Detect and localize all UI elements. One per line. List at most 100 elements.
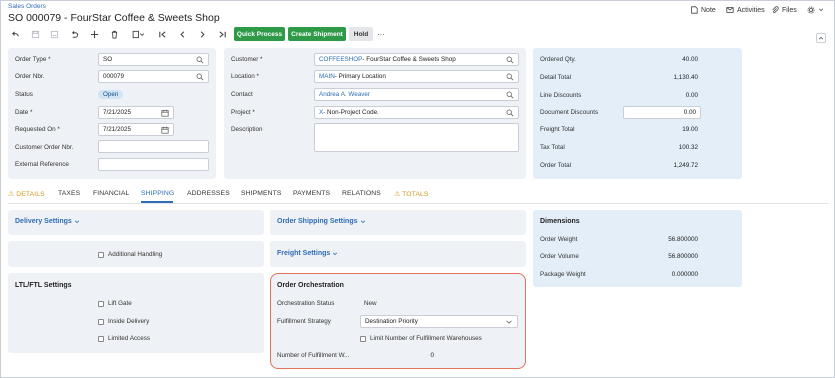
fulfillment-strategy-label: Fulfillment Strategy (277, 318, 331, 325)
order-shipping-settings-toggle[interactable]: Order Shipping Settings (277, 218, 366, 225)
customer-code-link[interactable]: COFFEESHOP (319, 56, 362, 63)
search-icon[interactable] (506, 73, 514, 81)
add-icon[interactable] (87, 28, 101, 40)
external-reference-field[interactable] (98, 158, 209, 171)
checkbox-box[interactable] (98, 251, 104, 258)
next-record-icon[interactable] (195, 28, 209, 40)
tab-details[interactable]: ⚠ DETAILS (8, 190, 45, 198)
customer-name: - FourStar Coffee & Sweets Shop (362, 56, 456, 63)
more-actions-button[interactable]: ··· (377, 30, 385, 39)
tab-totals[interactable]: ⚠ TOTALS (394, 190, 429, 198)
undo-icon[interactable] (67, 28, 81, 40)
orchestration-status-label: Orchestration Status (277, 300, 335, 307)
inside-delivery-checkbox[interactable]: Inside Delivery (98, 318, 149, 325)
checkbox-box[interactable] (98, 300, 104, 307)
limit-warehouses-label: Limit Number of Fulfillment Warehouses (370, 335, 482, 342)
order-type-field[interactable]: SO (98, 53, 209, 66)
chevron-down-icon (818, 8, 824, 12)
search-icon[interactable] (506, 91, 514, 99)
page-title: SO 000079 - FourStar Coffee & Sweets Sho… (8, 12, 220, 24)
back-icon[interactable] (8, 28, 22, 40)
paperclip-icon (772, 6, 779, 14)
checkbox-box[interactable] (98, 318, 104, 325)
limited-access-checkbox[interactable]: Limited Access (98, 335, 150, 342)
first-record-icon[interactable] (155, 28, 169, 40)
breadcrumb[interactable]: Sales Orders (8, 3, 46, 10)
calendar-icon[interactable] (161, 126, 169, 134)
save-close-icon[interactable] (47, 28, 61, 40)
create-shipment-button[interactable]: Create Shipment (288, 27, 346, 41)
contact-link[interactable]: Andrea A. Weaver (319, 91, 370, 98)
search-icon[interactable] (506, 56, 514, 64)
search-icon[interactable] (196, 56, 204, 64)
additional-handling-checkbox[interactable]: Additional Handling (98, 251, 162, 258)
save-icon[interactable] (28, 28, 42, 40)
tab-addresses[interactable]: ADDRESSES (187, 190, 230, 197)
order-volume-label: Order Volume (540, 253, 579, 260)
description-label: Description (231, 126, 263, 133)
lift-gate-checkbox[interactable]: Lift Gate (98, 300, 132, 307)
limit-warehouses-checkbox[interactable]: Limit Number of Fulfillment Warehouses (360, 335, 482, 342)
checkbox-box[interactable] (360, 335, 366, 342)
delivery-settings-label: Delivery Settings (15, 218, 72, 225)
chevron-down-icon (506, 320, 512, 324)
copy-paste-icon[interactable] (128, 28, 148, 40)
checkbox-box[interactable] (98, 335, 104, 342)
order-nbr-field[interactable]: 000079 (98, 70, 209, 83)
warning-icon: ⚠ (8, 191, 15, 198)
tab-totals-label: TOTALS (402, 191, 429, 198)
tab-relations[interactable]: RELATIONS (342, 190, 381, 197)
quick-process-button[interactable]: Quick Process (234, 27, 285, 41)
ltl-ftl-title: LTL/FTL Settings (15, 282, 72, 289)
last-record-icon[interactable] (215, 28, 229, 40)
search-icon[interactable] (196, 73, 204, 81)
tab-shipping[interactable]: SHIPPING (141, 190, 174, 197)
requested-on-value: 7/21/2025 (103, 126, 132, 133)
tab-payments[interactable]: PAYMENTS (293, 190, 330, 197)
calendar-icon[interactable] (161, 109, 169, 117)
chevron-down-icon (360, 220, 365, 223)
order-total-value: 1,249.72 (673, 162, 698, 169)
order-total-label: Order Total (540, 162, 572, 169)
collapse-header-button[interactable] (816, 33, 826, 43)
date-label: Date * (15, 109, 33, 116)
activities-button[interactable]: Activities (726, 6, 765, 14)
project-field[interactable]: X - Non-Project Code. (314, 106, 519, 119)
delivery-settings-toggle[interactable]: Delivery Settings (15, 218, 80, 225)
location-code-link[interactable]: MAIN (319, 73, 335, 80)
freight-settings-toggle[interactable]: Freight Settings (277, 250, 338, 257)
search-icon[interactable] (506, 109, 514, 117)
document-discounts-field[interactable]: 0.00 (623, 106, 701, 119)
customer-field[interactable]: COFFEESHOP - FourStar Coffee & Sweets Sh… (314, 53, 519, 66)
order-nbr-label: Order Nbr. (15, 73, 45, 80)
tab-financial[interactable]: FINANCIAL (93, 190, 129, 197)
settings-button[interactable] (807, 6, 824, 14)
chevron-down-icon (74, 220, 79, 223)
location-field[interactable]: MAIN - Primary Location (314, 70, 519, 83)
description-textarea[interactable] (314, 123, 519, 152)
fulfillment-strategy-select[interactable]: Destination Priority (360, 315, 518, 328)
contact-field[interactable]: Andrea A. Weaver (314, 88, 519, 101)
files-button[interactable]: Files (771, 6, 797, 14)
order-weight-label: Order Weight (540, 236, 578, 243)
previous-record-icon[interactable] (175, 28, 189, 40)
hold-button[interactable]: Hold (349, 27, 373, 41)
project-label: Project * (231, 109, 255, 116)
delete-icon[interactable] (107, 28, 121, 40)
orchestration-status-value: New (364, 300, 377, 307)
requested-on-label: Requested On * (15, 126, 60, 133)
note-button[interactable]: Note (690, 6, 716, 14)
tab-shipments[interactable]: SHIPMENTS (241, 190, 282, 197)
gear-icon (807, 6, 815, 14)
tax-total-value: 100.32 (678, 144, 698, 151)
requested-on-field[interactable]: 7/21/2025 (98, 123, 174, 136)
tab-taxes[interactable]: TAXES (58, 190, 80, 197)
customer-order-nbr-field[interactable] (98, 140, 209, 153)
freight-total-value: 19.00 (682, 126, 698, 133)
date-value: 7/21/2025 (103, 109, 132, 116)
number-fulfillment-label: Number of Fulfillment W... (277, 352, 350, 359)
freight-total-label: Freight Total (540, 126, 575, 133)
date-field[interactable]: 7/21/2025 (98, 106, 174, 119)
note-label: Note (701, 6, 716, 14)
number-fulfillment-value[interactable]: 0 (404, 352, 434, 359)
